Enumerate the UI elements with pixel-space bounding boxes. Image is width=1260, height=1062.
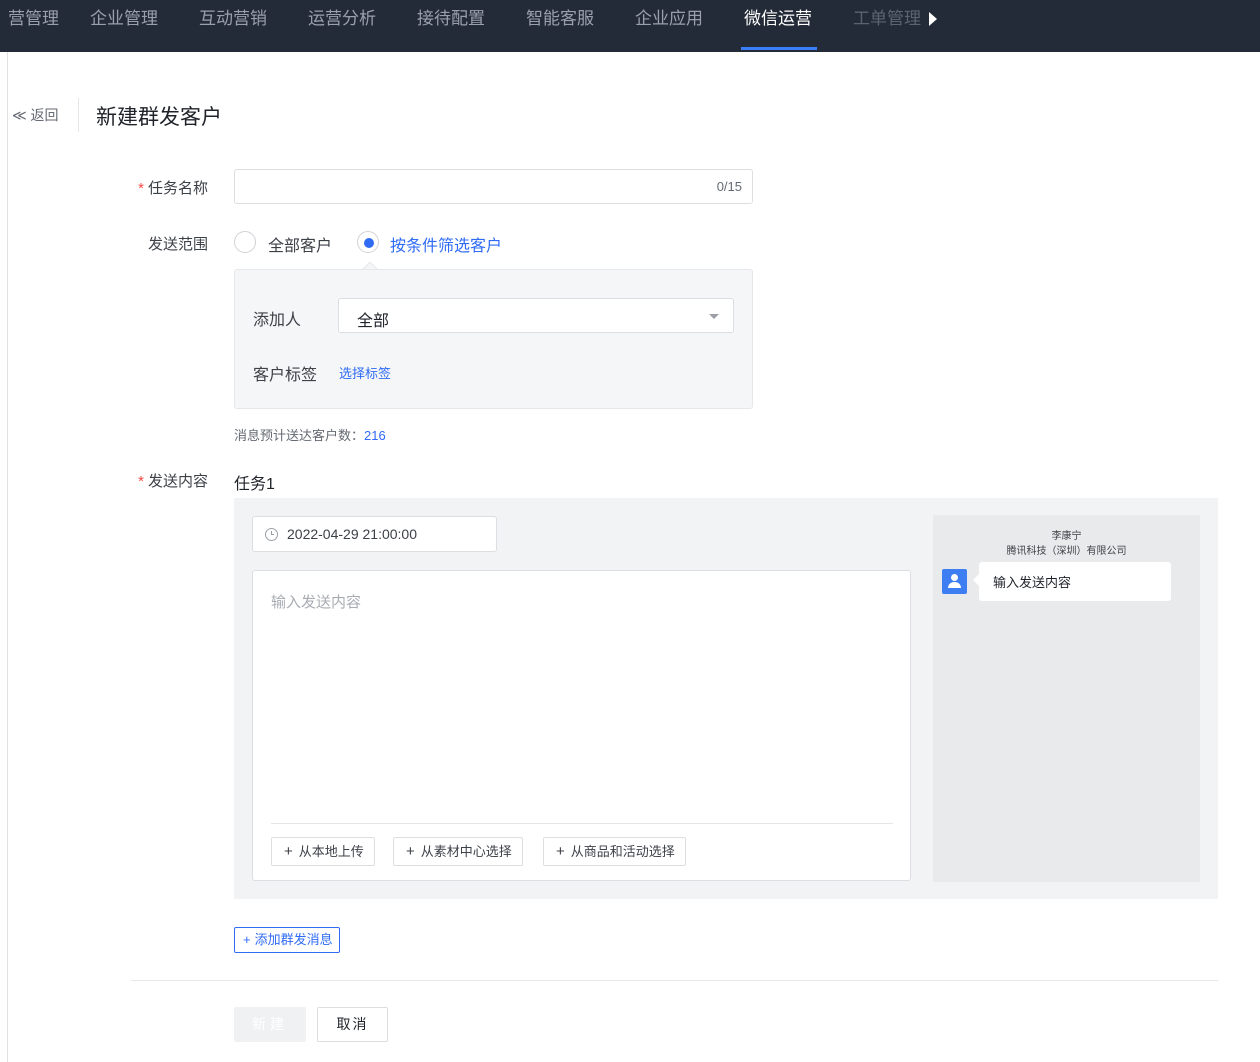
nav-item-interactive-marketing[interactable]: 互动营销 (199, 0, 267, 52)
send-content-label: * 发送内容 (138, 473, 208, 490)
message-preview: 李康宁 腾讯科技（深圳）有限公司 输入发送内容 (933, 515, 1200, 882)
preview-bubble-text: 输入发送内容 (993, 575, 1072, 590)
preview-company: 腾讯科技（深圳）有限公司 (1006, 546, 1127, 557)
user-avatar-icon (942, 569, 967, 594)
back-link[interactable]: ≪ 返回 (12, 105, 59, 125)
preview-sender-name: 李康宁 (1051, 531, 1082, 542)
task-name-input[interactable]: 0/15 (234, 169, 753, 204)
chevron-down-icon (709, 314, 719, 319)
top-nav: 营管理 企业管理 互动营销 运营分析 接待配置 智能客服 企业应用 微信运营 工… (0, 0, 1260, 52)
choose-material-button[interactable]: + 从素材中心选择 (393, 837, 523, 866)
nav-active-indicator (741, 47, 817, 50)
nav-item-wechat-operation[interactable]: 微信运营 (744, 0, 812, 52)
adder-select-value: 全部 (357, 313, 390, 330)
upload-local-button[interactable]: + 从本地上传 (271, 837, 375, 866)
clock-icon (265, 528, 278, 541)
nav-scroll-right-icon[interactable] (929, 12, 937, 26)
radio-filter-customers-label[interactable]: 按条件筛选客户 (390, 232, 502, 256)
adder-select[interactable]: 全部 (338, 298, 734, 333)
footer-divider (131, 980, 1218, 981)
task-title: 任务1 (234, 476, 275, 493)
nav-item-reception-config[interactable]: 接待配置 (417, 0, 485, 52)
filter-panel: 添加人 全部 客户标签 选择标签 (234, 269, 753, 409)
nav-item-marketing-mgmt[interactable]: 营管理 (8, 0, 59, 52)
message-placeholder: 输入发送内容 (271, 594, 362, 611)
send-time-value: 2022-04-29 21:00:00 (287, 526, 417, 542)
plus-icon: + (284, 843, 293, 860)
nav-item-ticket-mgmt[interactable]: 工单管理 (853, 0, 921, 52)
task-name-label: * 任务名称 (138, 180, 208, 197)
customer-tags-label: 客户标签 (253, 367, 318, 384)
nav-item-enterprise-apps[interactable]: 企业应用 (635, 0, 703, 52)
adder-label: 添加人 (253, 312, 302, 329)
send-time-picker[interactable]: 2022-04-29 21:00:00 (252, 516, 497, 552)
radio-filter-customers[interactable] (357, 231, 379, 253)
frame-border (7, 52, 8, 1062)
required-mark: * (138, 180, 144, 197)
page-title: 新建群发客户 (96, 106, 222, 129)
plus-icon: + (243, 932, 251, 947)
estimate-text: 消息预计送达客户数：216 (234, 428, 386, 443)
preview-bubble: 输入发送内容 (973, 562, 1171, 601)
plus-icon: + (556, 843, 565, 860)
plus-icon: + (406, 843, 415, 860)
header-divider (78, 98, 79, 132)
required-mark: * (138, 473, 144, 490)
nav-item-enterprise-mgmt[interactable]: 企业管理 (90, 0, 158, 52)
char-counter: 0/15 (716, 179, 742, 194)
choose-product-button[interactable]: + 从商品和活动选择 (543, 837, 686, 866)
select-tags-link[interactable]: 选择标签 (339, 363, 391, 382)
message-editor[interactable]: 输入发送内容 + 从本地上传 + 从素材中心选择 + 从商品和活动选择 (252, 570, 911, 881)
radio-all-customers[interactable] (234, 231, 256, 253)
cancel-button[interactable]: 取消 (317, 1007, 388, 1042)
nav-item-operation-analysis[interactable]: 运营分析 (308, 0, 376, 52)
create-button[interactable]: 新建 (234, 1007, 306, 1042)
radio-all-customers-label[interactable]: 全部客户 (268, 232, 332, 256)
send-scope-label: 发送范围 (147, 236, 208, 253)
nav-item-smart-service[interactable]: 智能客服 (526, 0, 594, 52)
content-panel: 2022-04-29 21:00:00 输入发送内容 + 从本地上传 + 从素材中心… (234, 498, 1218, 899)
editor-divider (271, 823, 893, 824)
add-broadcast-message-button[interactable]: + 添加群发消息 (234, 927, 340, 953)
estimate-count: 216 (364, 428, 386, 443)
